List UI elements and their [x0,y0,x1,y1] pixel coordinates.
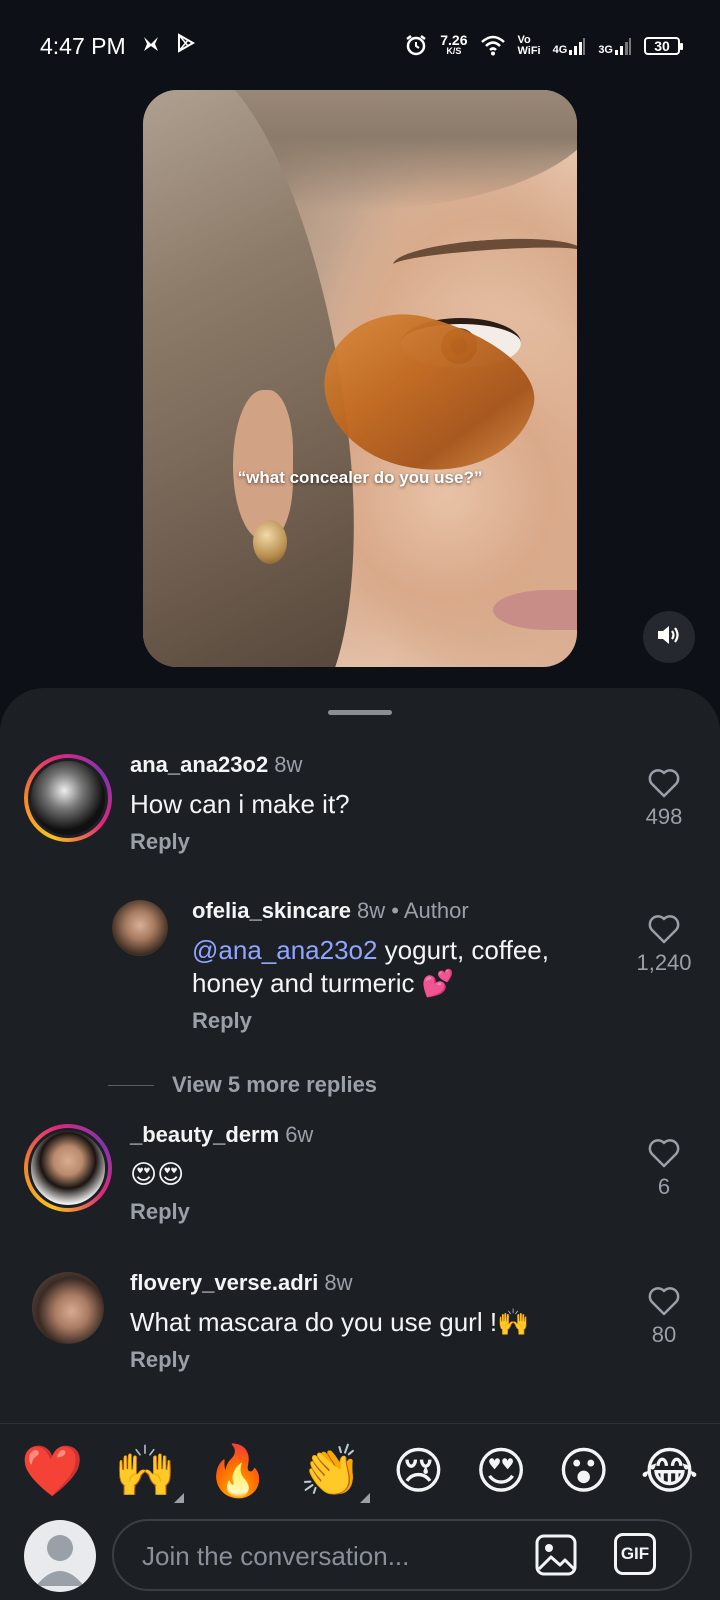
view-more-replies-button[interactable]: View 5 more replies [108,1072,377,1098]
reaction-clap-emoji: 👏 [299,1443,362,1499]
comment-time: 8w [274,752,303,777]
view-more-divider [108,1084,154,1086]
like-count: 6 [657,1174,671,1199]
like-button[interactable]: 498 [624,768,704,830]
comment-username[interactable]: ana_ana23o2 [130,752,268,777]
video-frame-ear [233,390,293,540]
heart-icon [648,915,680,944]
reaction-surprised[interactable]: 😮 [558,1441,610,1501]
like-count: 1,240 [636,950,692,975]
like-button[interactable]: 1,240 [624,914,704,976]
comment-username[interactable]: ofelia_skincare [192,898,351,923]
like-button[interactable]: 80 [624,1286,704,1348]
comment-username[interactable]: _beauty_derm [130,1122,279,1147]
speaker-icon [656,623,682,652]
wifi-icon [480,34,506,59]
video-player[interactable]: “what concealer do you use?” [143,90,577,667]
comment-body: ana_ana23o2 8w How can i make it? Reply [130,752,350,855]
reaction-laughing[interactable]: 😂 [640,1441,698,1501]
comment-text: How can i make it? [130,789,350,819]
comment-username[interactable]: flovery_verse.adri [130,1270,318,1295]
default-user-icon [36,1535,84,1586]
comment-input-box[interactable]: GIF [112,1519,692,1591]
video-caption: “what concealer do you use?” [237,468,483,487]
avatar[interactable] [24,754,112,842]
avatar[interactable] [24,1124,112,1212]
vowifi-bottom: WiFi [517,45,541,57]
reaction-raised-hands[interactable]: 🙌 [114,1441,185,1503]
app-notification-icon [142,33,160,59]
quick-reactions-bar: ❤️ 🙌 🔥 👏 😢 😍 😮 😂 [0,1432,720,1510]
comment-input[interactable] [140,1535,504,1577]
heart-icon [648,1287,680,1316]
comment-time: 8w [324,1270,353,1295]
sheet-grabber-handle[interactable] [328,710,392,715]
comment-text: What mascara do you use gurl !🙌 [130,1307,530,1337]
play-store-icon [176,33,196,59]
reply-button[interactable]: Reply [192,1008,622,1034]
like-button[interactable]: 6 [624,1138,704,1200]
reactions-divider [0,1423,720,1424]
comment-body: flovery_verse.adri 8w What mascara do you… [130,1270,529,1373]
comment-text: @ana_ana23o2 yogurt, coffee, honey and t… [192,934,622,1000]
status-bar: 4:47 PM 7.26 K/S Vo WiFi 4G 3G 30 [0,0,720,92]
reaction-heart-eyes[interactable]: 😍 [475,1441,527,1501]
signal-4g-label: 4G [552,44,568,56]
like-count: 80 [651,1322,677,1347]
mention-link[interactable]: @ana_ana23o2 [192,935,377,965]
comment-time: 8w [356,898,386,923]
alarm-icon [404,33,428,60]
reaction-crying[interactable]: 😢 [392,1441,444,1501]
avatar[interactable] [32,1272,104,1344]
image-icon [535,1534,577,1576]
view-more-replies-label: View 5 more replies [172,1072,378,1097]
author-separator: • [391,898,399,923]
network-speed-unit: K/S [446,46,462,56]
heart-icon [648,769,680,798]
battery-indicator: 30 [644,37,683,55]
avatar[interactable] [112,900,168,956]
comment-time: 6w [285,1122,314,1147]
reply-button[interactable]: Reply [130,829,350,855]
reaction-clap[interactable]: 👏 [299,1441,370,1503]
signal-3g-icon: 3G [598,36,632,56]
author-label: Author [403,898,469,923]
skin-tone-indicator [174,1493,185,1503]
comment-composer: GIF [0,1515,720,1600]
video-frame-brow [391,233,577,283]
image-picker-button[interactable] [534,1533,578,1577]
comment-body: ofelia_skincare 8w • Author @ana_ana23o2 … [192,898,622,1034]
reaction-heart[interactable]: ❤️ [21,1441,83,1501]
signal-3g-label: 3G [598,44,613,56]
comment-text: 😍😍 [130,1159,185,1189]
network-speed: 7.26 K/S [440,32,468,57]
reaction-raised-hands-emoji: 🙌 [114,1443,177,1499]
video-frame-earring [253,520,287,564]
like-count: 498 [645,804,683,829]
gif-button[interactable]: GIF [614,1533,656,1575]
network-speed-value: 7.26 [440,32,468,48]
reply-button[interactable]: Reply [130,1199,313,1225]
my-avatar [24,1520,96,1592]
heart-icon [648,1139,680,1168]
vowifi-indicator: Vo WiFi [518,35,541,57]
volume-button[interactable] [643,611,695,663]
signal-4g-icon: 4G [553,36,587,56]
skin-tone-indicator [359,1493,370,1503]
video-frame-lip [493,590,577,630]
reply-button[interactable]: Reply [130,1347,529,1373]
comment-body: _beauty_derm 6w 😍😍 Reply [130,1122,313,1225]
status-time: 4:47 PM [40,32,126,59]
reaction-fire[interactable]: 🔥 [207,1441,269,1501]
